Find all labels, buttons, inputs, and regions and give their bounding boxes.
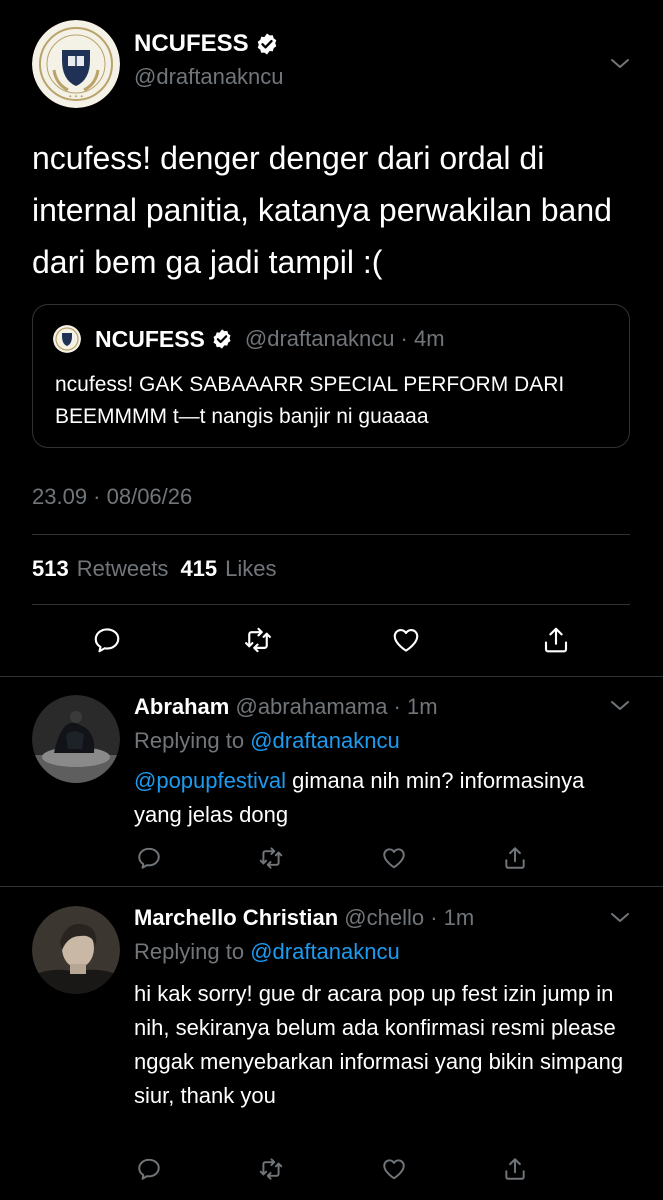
divider (32, 604, 630, 605)
quoted-avatar (53, 325, 81, 353)
replying-to-label: Replying to (134, 728, 245, 753)
replying-to-handle[interactable]: @draftanakncu (250, 939, 400, 964)
author-handle[interactable]: @draftanakncu (134, 64, 284, 90)
quoted-tweet-header: NCUFESS @draftanakncu · 4m (53, 325, 445, 353)
reply-icon[interactable] (92, 625, 122, 655)
reply-author-name[interactable]: Abraham (134, 694, 229, 719)
retweet-icon[interactable] (258, 1156, 284, 1182)
divider (32, 534, 630, 535)
reply-icon[interactable] (136, 1156, 162, 1182)
quoted-author-name: NCUFESS (95, 325, 205, 352)
likes-count[interactable]: 415 (180, 556, 217, 582)
replying-to-handle[interactable]: @draftanakncu (250, 728, 400, 753)
reply-header: Abraham @abrahamama · 1m (134, 694, 438, 720)
replying-to-line: Replying to @draftanakncu (134, 728, 400, 754)
university-seal-logo: ✦ ✦ ✦ (32, 20, 120, 108)
user-photo (32, 695, 120, 783)
tweet-timestamp: 23.09 · 08/06/26 (32, 484, 193, 509)
reply-author-name[interactable]: Marchello Christian (134, 905, 338, 930)
reply-meta[interactable]: @abrahamama · 1m (235, 694, 437, 719)
reply-avatar-abraham[interactable] (32, 695, 120, 783)
tweet-text: ncufess! denger denger dari ordal di int… (32, 140, 612, 280)
reply-meta[interactable]: @chello · 1m (344, 905, 474, 930)
author-name-text: NCUFESS (134, 30, 249, 57)
verified-badge-icon (257, 33, 276, 55)
author-name[interactable]: NCUFESS (134, 30, 279, 58)
svg-text:✦ ✦ ✦: ✦ ✦ ✦ (68, 94, 84, 100)
chevron-down-icon[interactable] (608, 906, 632, 930)
reply-avatar-marchello[interactable] (32, 906, 120, 994)
chevron-down-icon[interactable] (608, 694, 632, 718)
heart-icon[interactable] (381, 1156, 407, 1182)
verified-badge-icon (213, 329, 231, 349)
replying-to-label: Replying to (134, 939, 245, 964)
ncufess-logo-avatar[interactable]: ✦ ✦ ✦ (32, 20, 120, 108)
reply-text: hi kak sorry! gue dr acara pop up fest i… (134, 981, 624, 1108)
share-icon[interactable] (541, 625, 571, 655)
retweet-icon[interactable] (243, 625, 273, 655)
divider (0, 676, 663, 677)
divider (0, 886, 663, 887)
quoted-tweet-text: ncufess! GAK SABAAARR SPECIAL PERFORM DA… (55, 373, 565, 428)
retweets-count[interactable]: 513 (32, 556, 69, 582)
reply-icon[interactable] (136, 845, 162, 871)
reply-text: @popupfestival gimana nih min? informasi… (134, 764, 634, 832)
user-photo (32, 906, 120, 994)
likes-label[interactable]: Likes (225, 556, 276, 582)
chevron-down-icon[interactable] (608, 52, 632, 76)
quoted-tweet-card[interactable]: NCUFESS @draftanakncu · 4m ncufess! GAK … (32, 304, 630, 448)
tweet-stats: 513 Retweets 415 Likes (32, 556, 277, 582)
university-seal-logo (53, 325, 81, 353)
heart-icon[interactable] (381, 845, 407, 871)
retweets-label[interactable]: Retweets (77, 556, 169, 582)
reply-header: Marchello Christian @chello · 1m (134, 905, 474, 931)
share-icon[interactable] (502, 1156, 528, 1182)
mention-link[interactable]: @popupfestival (134, 768, 286, 793)
quoted-meta: @draftanakncu · 4m (244, 326, 445, 351)
heart-icon[interactable] (391, 625, 421, 655)
retweet-icon[interactable] (258, 845, 284, 871)
share-icon[interactable] (502, 845, 528, 871)
replying-to-line: Replying to @draftanakncu (134, 939, 400, 965)
